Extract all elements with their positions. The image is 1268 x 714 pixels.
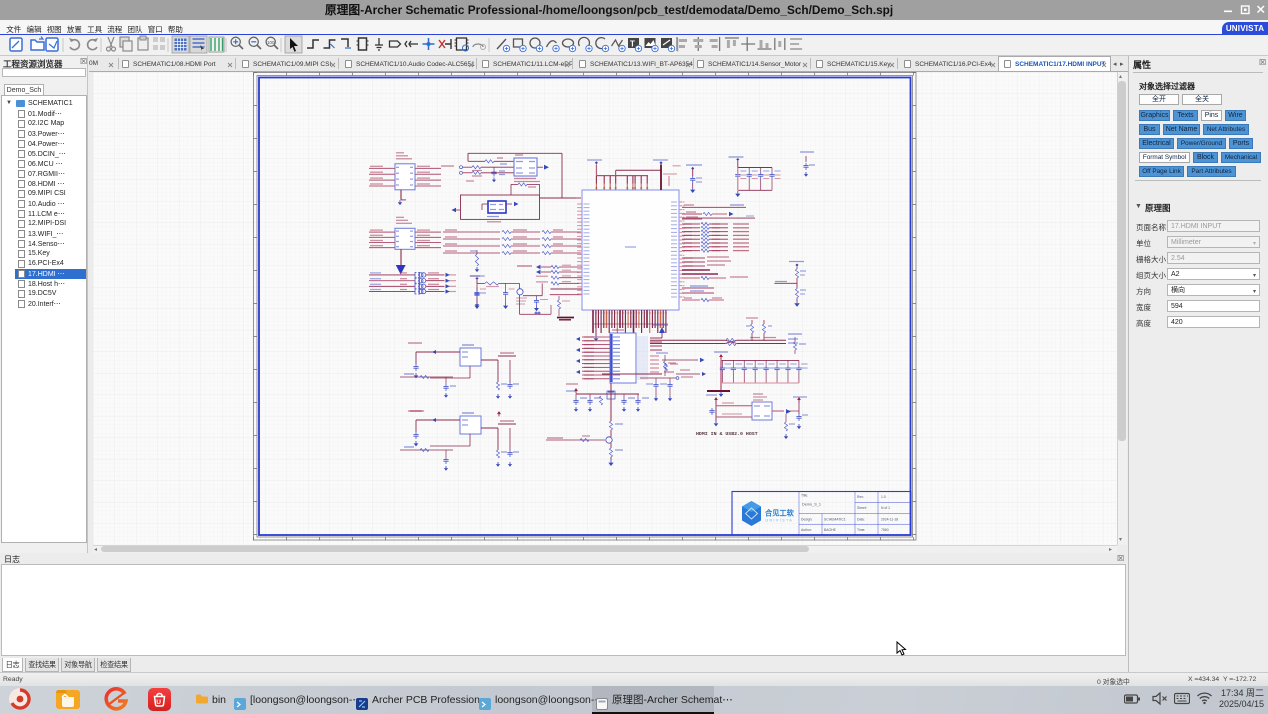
svg-text:Time:: Time: xyxy=(857,528,865,532)
svg-text:合见工软: 合见工软 xyxy=(764,509,795,518)
svg-text:U: U xyxy=(156,699,161,706)
svg-text:Date:: Date: xyxy=(857,518,865,522)
svg-text:Title:: Title: xyxy=(801,494,808,498)
svg-text:UNIVISTA: UNIVISTA xyxy=(766,519,794,523)
svg-text:Author:: Author: xyxy=(801,528,812,532)
svg-text:N of 1: N of 1 xyxy=(881,506,890,510)
svg-text:7560: 7560 xyxy=(881,528,889,532)
svg-text:1.0: 1.0 xyxy=(881,495,886,499)
svg-text:Demo_S_1: Demo_S_1 xyxy=(802,503,821,507)
svg-text:SCHEMATIC1: SCHEMATIC1 xyxy=(824,518,846,522)
svg-text:BAOHE: BAOHE xyxy=(824,528,837,532)
svg-text:Sheet:: Sheet: xyxy=(857,506,867,510)
svg-text:Rev:: Rev: xyxy=(857,495,864,499)
svg-text:2024-11-18: 2024-11-18 xyxy=(881,518,898,522)
svg-text:HDMI IN & USB2.0 HOST: HDMI IN & USB2.0 HOST xyxy=(696,431,758,437)
svg-text:Design:: Design: xyxy=(801,518,813,522)
